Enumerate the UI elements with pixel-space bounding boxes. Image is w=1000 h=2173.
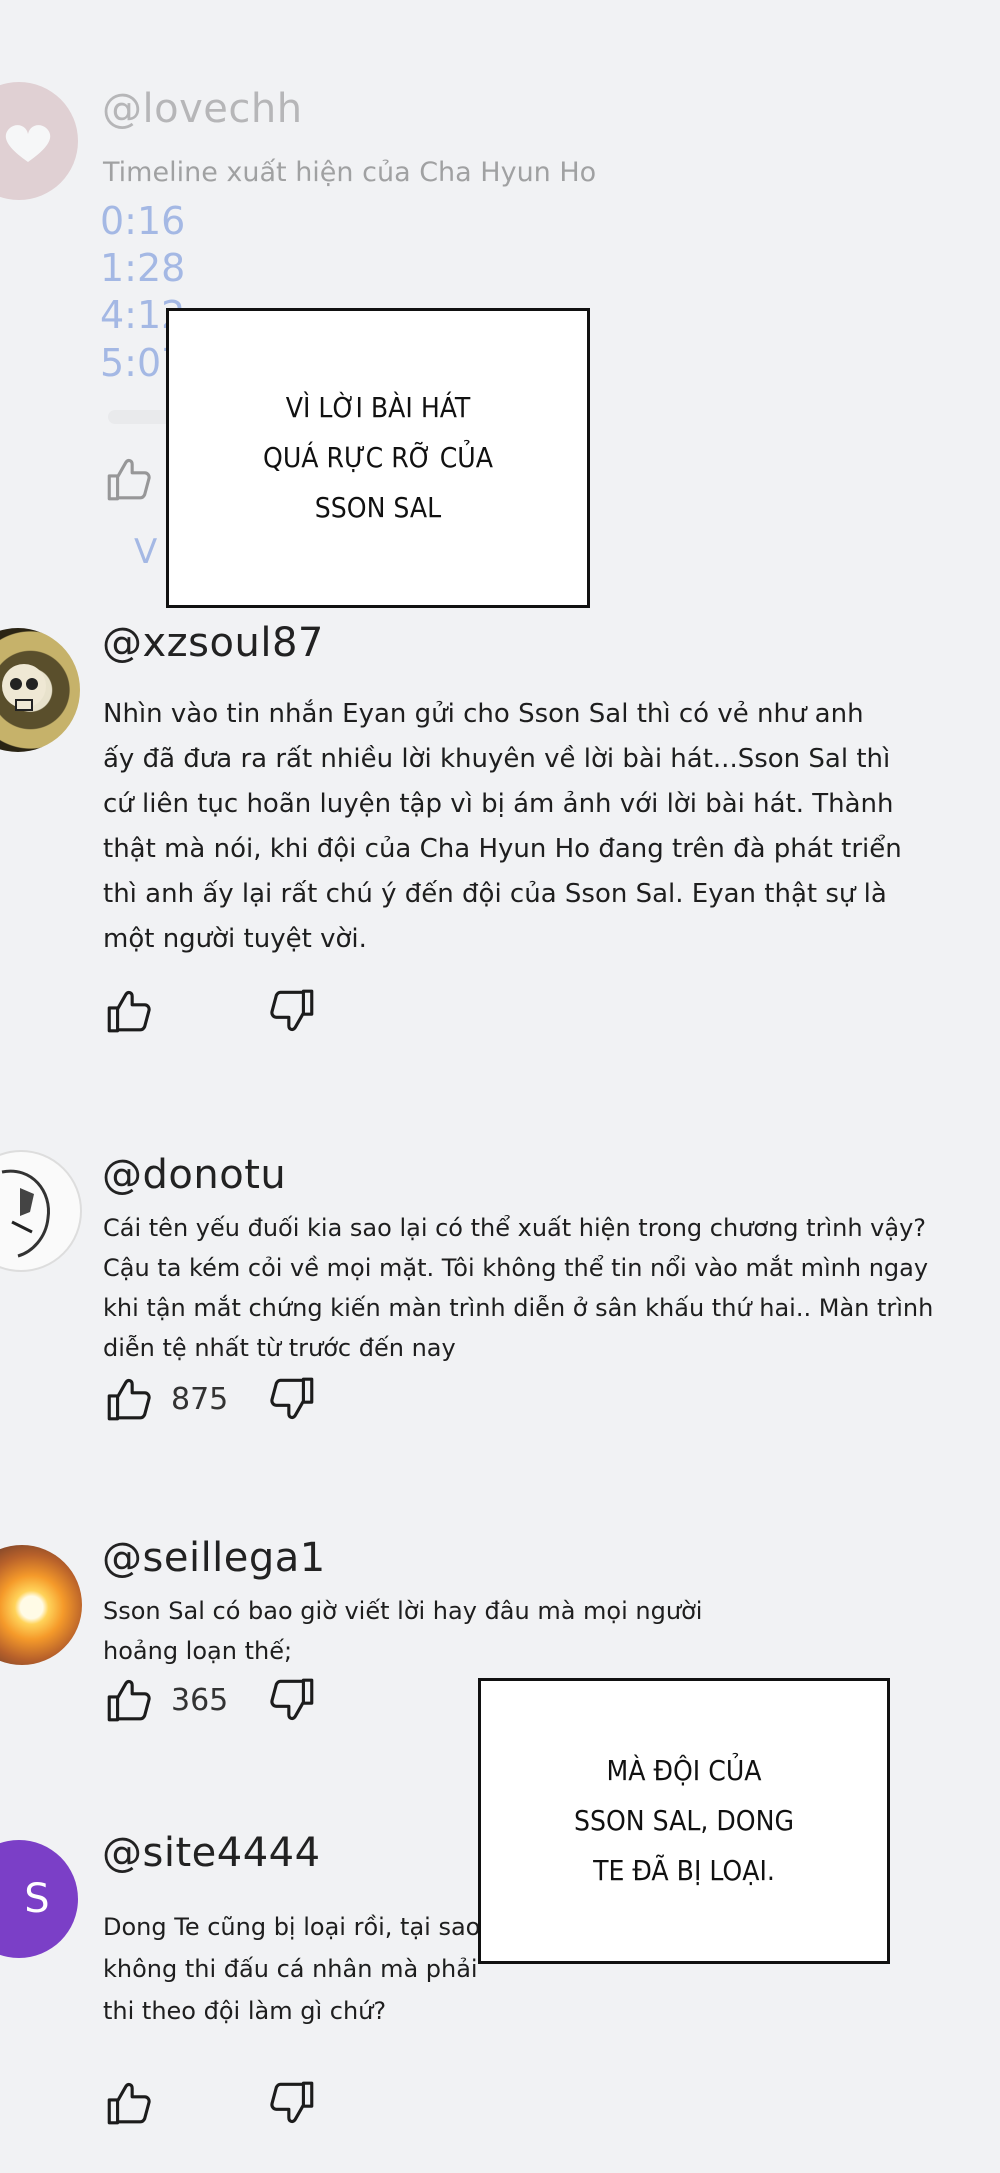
comment-actions: 875 xyxy=(103,1372,228,1426)
like-count: 875 xyxy=(171,1381,229,1417)
sketch-face-icon xyxy=(1,1169,50,1258)
avatar[interactable] xyxy=(0,82,78,200)
caption-text: MÀ ĐỘI CỦA SSON SAL, DONG TE ĐÃ BỊ LOẠI. xyxy=(573,1754,794,1887)
like-count: 365 xyxy=(171,1682,229,1718)
skull-icon xyxy=(2,664,46,711)
avatar[interactable] xyxy=(0,628,80,752)
comment-actions xyxy=(103,2076,153,2130)
comment-text: Sson Sal có bao giờ viết lời hay đâu mà … xyxy=(103,1597,703,1665)
thumbs-down-icon[interactable] xyxy=(268,1374,318,1424)
comment-handle[interactable]: @donotu xyxy=(102,1152,286,1198)
comment-donotu: @donotu Cái tên yếu đuối kia sao lại có … xyxy=(0,1150,1000,1430)
avatar[interactable]: S xyxy=(0,1840,78,1958)
timestamp-link[interactable]: 0:16 xyxy=(100,196,185,246)
caption-box: VÌ LỜI BÀI HÁT QUÁ RỰC RỠ CỦA SSON SAL xyxy=(166,308,590,608)
thumbs-up-icon[interactable] xyxy=(103,1374,153,1424)
comment-text: Timeline xuất hiện của Cha Hyun Ho xyxy=(103,157,597,188)
caption-box: MÀ ĐỘI CỦA SSON SAL, DONG TE ĐÃ BỊ LOẠI. xyxy=(478,1678,890,1964)
thumbs-down-icon[interactable] xyxy=(268,1675,318,1725)
heart-icon xyxy=(5,125,51,162)
comment-actions xyxy=(103,984,153,1038)
avatar[interactable] xyxy=(0,1150,82,1272)
thumbs-up-icon[interactable] xyxy=(103,454,153,504)
comment-text: Dong Te cũng bị loại rồi, tại sao không … xyxy=(103,1913,481,2025)
show-replies-toggle[interactable]: V xyxy=(134,532,157,572)
timestamp-link[interactable]: 1:28 xyxy=(100,243,185,293)
caption-text: VÌ LỜI BÀI HÁT QUÁ RỰC RỠ CỦA SSON SAL xyxy=(263,391,493,524)
thumbs-up-icon[interactable] xyxy=(103,986,153,1036)
comment-xzsoul87: @xzsoul87 Nhìn vào tin nhắn Eyan gửi cho… xyxy=(0,620,1000,1060)
thumbs-up-icon[interactable] xyxy=(103,1675,153,1725)
comment-handle[interactable]: @xzsoul87 xyxy=(102,620,324,666)
comment-actions xyxy=(103,452,153,506)
avatar[interactable] xyxy=(0,1545,82,1665)
thumbs-down-icon[interactable] xyxy=(268,2078,318,2128)
comment-handle[interactable]: @seillega1 xyxy=(102,1535,326,1581)
comment-actions: 365 xyxy=(103,1673,228,1727)
avatar-letter: S xyxy=(24,1876,50,1922)
thumbs-down-icon[interactable] xyxy=(268,986,318,1036)
comment-handle[interactable]: @site4444 xyxy=(102,1830,321,1876)
comment-text: Cái tên yếu đuối kia sao lại có thể xuất… xyxy=(103,1214,934,1362)
comment-handle[interactable]: @lovechh xyxy=(102,86,303,132)
comment-text: Nhìn vào tin nhắn Eyan gửi cho Sson Sal … xyxy=(103,699,902,954)
thumbs-up-icon[interactable] xyxy=(103,2078,153,2128)
